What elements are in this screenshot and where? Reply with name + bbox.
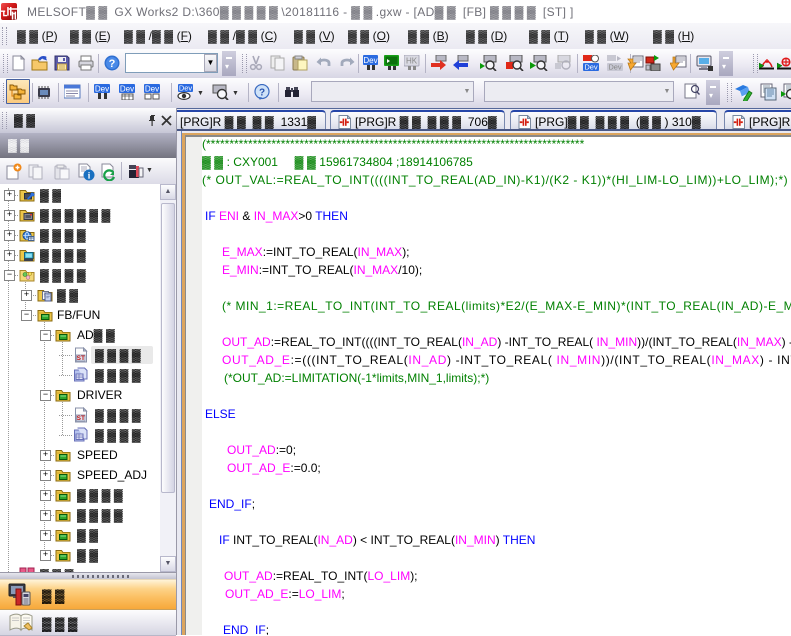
svg-text:Dev: Dev bbox=[608, 63, 622, 72]
svg-text:Dev: Dev bbox=[95, 85, 109, 94]
svg-text:?: ? bbox=[109, 58, 116, 70]
svg-text:HK: HK bbox=[406, 57, 418, 66]
svg-text:Dev: Dev bbox=[584, 63, 598, 72]
svg-text:Dev: Dev bbox=[120, 85, 134, 94]
svg-text:Dev: Dev bbox=[145, 85, 159, 94]
svg-text:?: ? bbox=[259, 88, 265, 99]
svg-text:Dev: Dev bbox=[179, 84, 193, 93]
svg-text:Dev: Dev bbox=[363, 56, 377, 65]
